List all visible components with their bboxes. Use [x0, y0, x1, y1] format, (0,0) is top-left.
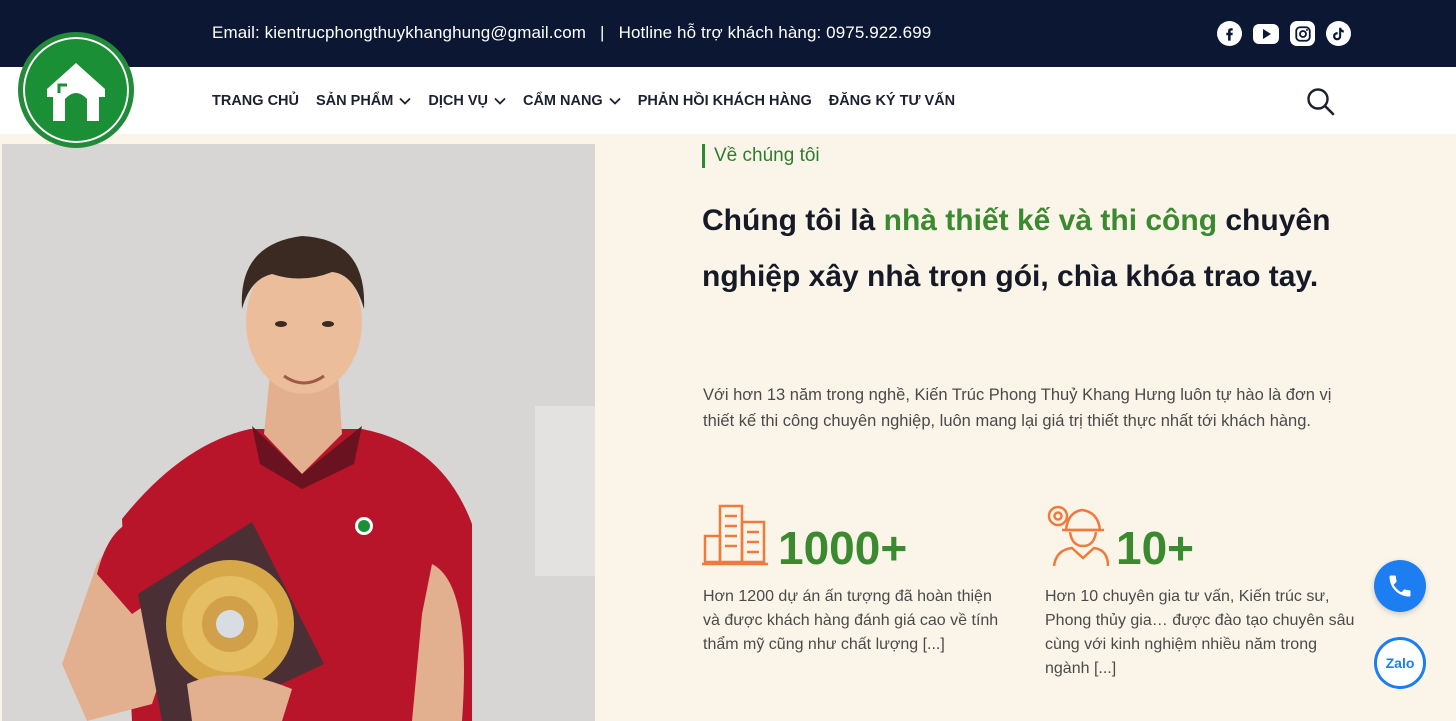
facebook-icon[interactable]	[1217, 21, 1242, 46]
house-logo-icon	[47, 63, 105, 121]
nav-label: CẨM NANG	[522, 93, 603, 109]
social-links	[1217, 21, 1351, 46]
main-navbar: TRANG CHỦ SẢN PHẨM DỊCH VỤ CẨM NANG PHẢN…	[0, 67, 1456, 134]
contact-separator: |	[600, 23, 605, 42]
nav-label: TRANG CHỦ	[212, 93, 299, 109]
zalo-label: Zalo	[1385, 655, 1415, 671]
buildings-icon	[702, 504, 768, 566]
engineer-icon	[1047, 505, 1110, 567]
section-intro: Với hơn 13 năm trong nghề, Kiến Trúc Pho…	[703, 386, 1332, 430]
contact-hotline[interactable]: Hotline hỗ trợ khách hàng: 0975.922.699	[619, 23, 932, 42]
nav-item-handbook[interactable]: CẨM NANG	[523, 93, 621, 109]
stat-description: Hơn 10 chuyên gia tư vấn, Kiến trúc sư, …	[1045, 588, 1355, 677]
chevron-down-icon	[609, 97, 621, 105]
instagram-icon[interactable]	[1290, 21, 1315, 46]
headline-text: Chúng tôi là	[702, 204, 884, 237]
stat-number: 1000+	[778, 522, 908, 574]
nav-item-home[interactable]: TRANG CHỦ	[212, 93, 299, 109]
youtube-icon[interactable]	[1253, 24, 1279, 44]
nav-label: DỊCH VỤ	[428, 93, 488, 109]
top-contact-bar: Email: kientrucphongthuykhanghung@gmail.…	[0, 0, 1456, 67]
chevron-down-icon	[494, 97, 506, 105]
nav-item-feedback[interactable]: PHẢN HỒI KHÁCH HÀNG	[638, 93, 812, 109]
contact-email[interactable]: Email: kientrucphongthuykhanghung@gmail.…	[212, 23, 586, 42]
phone-icon	[1389, 575, 1411, 597]
tiktok-icon[interactable]	[1326, 21, 1351, 46]
search-icon[interactable]	[1305, 86, 1335, 116]
founder-photo	[2, 144, 595, 721]
nav-item-services[interactable]: DỊCH VỤ	[428, 93, 506, 109]
chevron-down-icon	[399, 97, 411, 105]
section-headline: Chúng tôi là nhà thiết kế và thi công ch…	[702, 193, 1362, 305]
nav-label: SẢN PHẨM	[316, 93, 394, 109]
call-button[interactable]	[1374, 560, 1426, 612]
nav-label: PHẢN HỒI KHÁCH HÀNG	[637, 93, 812, 109]
nav-item-products[interactable]: SẢN PHẨM	[316, 93, 411, 109]
section-eyebrow: Về chúng tôi	[702, 144, 820, 168]
zalo-button[interactable]: Zalo	[1374, 637, 1426, 689]
contact-info: Email: kientrucphongthuykhanghung@gmail.…	[212, 23, 931, 43]
nav-label: ĐĂNG KÝ TƯ VẤN	[828, 93, 956, 109]
headline-highlight: nhà thiết kế và thi công	[883, 204, 1218, 237]
stat-number: 10+	[1116, 522, 1195, 574]
about-section: Về chúng tôi Chúng tôi là nhà thiết kế v…	[0, 134, 1456, 721]
main-nav: TRANG CHỦ SẢN PHẨM DỊCH VỤ CẨM NANG PHẢN…	[212, 93, 955, 109]
nav-item-register[interactable]: ĐĂNG KÝ TƯ VẤN	[829, 93, 955, 109]
stat-description: Hơn 1200 dự án ấn tượng đã hoàn thiện và…	[703, 588, 999, 653]
site-logo[interactable]	[18, 32, 134, 148]
